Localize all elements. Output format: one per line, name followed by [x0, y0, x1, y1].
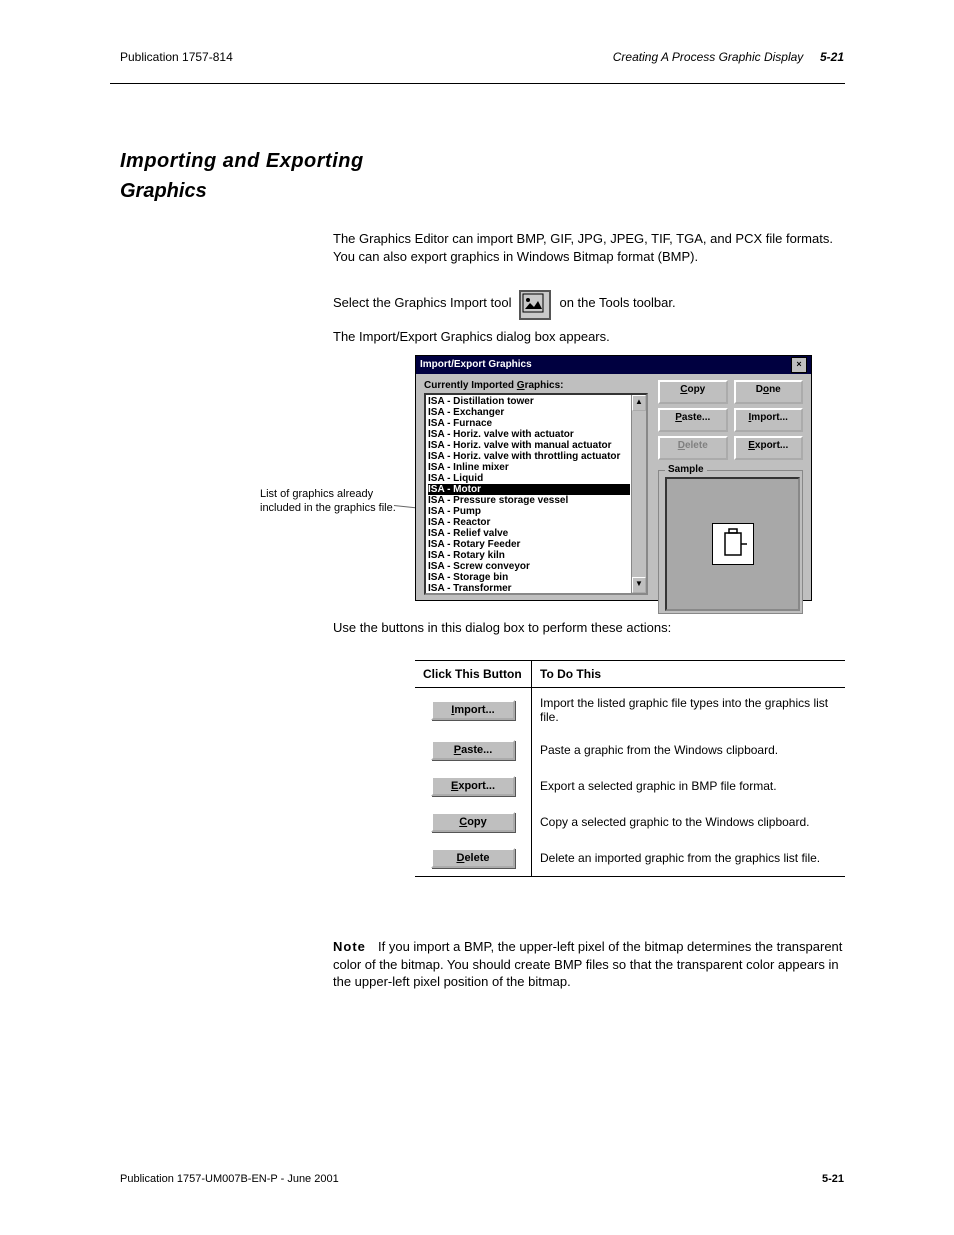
scroll-down-icon[interactable]: ▼: [632, 577, 646, 593]
col-header-button: Click This Button: [415, 661, 532, 688]
list-item[interactable]: ISA - Motor: [428, 484, 630, 495]
scrollbar[interactable]: ▲ ▼: [631, 395, 646, 593]
list-item[interactable]: ISA - Inline mixer: [428, 462, 630, 473]
header-section-number: 5-21: [820, 50, 844, 64]
paste-table-button: Paste...: [431, 740, 515, 760]
paragraph-1: The Graphics Editor can import BMP, GIF,…: [333, 230, 833, 265]
callout-label: List of graphics already included in the…: [260, 488, 410, 516]
action-table: Click This Button To Do This Import... Im…: [415, 660, 845, 877]
header-rule: [110, 83, 845, 84]
note-block: Note If you import a BMP, the upper-left…: [333, 938, 843, 991]
list-item[interactable]: ISA - Storage bin: [428, 572, 630, 583]
action-desc: Copy a selected graphic to the Windows c…: [532, 804, 846, 840]
export-table-button: Export...: [431, 776, 515, 796]
scroll-up-icon[interactable]: ▲: [632, 395, 646, 411]
note-label: Note: [333, 938, 378, 956]
export-button[interactable]: Export...: [734, 436, 804, 460]
header-left: Publication 1757-814: [120, 50, 233, 64]
page: Publication 1757-814 Creating A Process …: [0, 0, 954, 1235]
done-button[interactable]: Done: [734, 380, 804, 404]
section-title: Importing and Exporting: [120, 150, 364, 173]
header-title: Creating A Process Graphic Display: [613, 50, 804, 64]
list-item[interactable]: ISA - Rotary Feeder: [428, 539, 630, 550]
paragraph-2-prefix: Select the Graphics Import tool: [333, 294, 511, 312]
copy-table-button: Copy: [431, 812, 515, 832]
col-header-desc: To Do This: [532, 661, 846, 688]
list-item[interactable]: ISA - Distillation tower: [428, 396, 630, 407]
copy-button[interactable]: Copy: [658, 380, 728, 404]
graphics-import-tool-icon: [519, 290, 551, 320]
list-item[interactable]: ISA - Rotary kiln: [428, 550, 630, 561]
paragraph-3: The Import/Export Graphics dialog box ap…: [333, 328, 833, 346]
list-item[interactable]: ISA - Horiz. valve with actuator: [428, 429, 630, 440]
motor-preview-icon: [712, 523, 754, 565]
sample-groupbox: Sample: [658, 470, 803, 614]
paragraph-2-suffix: on the Tools toolbar.: [559, 294, 675, 312]
delete-button[interactable]: Delete: [658, 436, 728, 460]
footer-left: Publication 1757-UM007B-EN-P - June 2001: [120, 1173, 339, 1185]
paste-button[interactable]: Paste...: [658, 408, 728, 432]
note-text: If you import a BMP, the upper-left pixe…: [333, 938, 843, 991]
list-label: Currently Imported Graphics:: [424, 380, 648, 391]
action-desc: Delete an imported graphic from the grap…: [532, 840, 846, 877]
list-item[interactable]: ISA - Exchanger: [428, 407, 630, 418]
section-subtitle: Graphics: [120, 180, 207, 203]
list-item[interactable]: ISA - Transformer: [428, 583, 630, 593]
list-item[interactable]: ISA - Liquid: [428, 473, 630, 484]
list-item[interactable]: ISA - Pressure storage vessel: [428, 495, 630, 506]
import-table-button: Import...: [431, 700, 515, 720]
delete-table-button: Delete: [431, 848, 515, 868]
footer-right: 5-21: [822, 1173, 844, 1185]
sample-preview: [665, 477, 800, 611]
list-item[interactable]: ISA - Screw conveyor: [428, 561, 630, 572]
list-item[interactable]: ISA - Relief valve: [428, 528, 630, 539]
close-icon[interactable]: ×: [791, 357, 807, 373]
dialog-title: Import/Export Graphics: [420, 356, 532, 374]
paragraph-2: Select the Graphics Import tool on the T…: [333, 294, 833, 324]
graphics-listbox[interactable]: ISA - Distillation towerISA - ExchangerI…: [424, 393, 648, 595]
action-desc: Export a selected graphic in BMP file fo…: [532, 768, 846, 804]
sample-label: Sample: [665, 464, 707, 475]
dialog-titlebar: Import/Export Graphics ×: [416, 356, 811, 374]
import-export-dialog: Import/Export Graphics × Currently Impor…: [415, 355, 812, 601]
action-desc: Import the listed graphic file types int…: [532, 688, 846, 733]
list-item[interactable]: ISA - Furnace: [428, 418, 630, 429]
action-desc: Paste a graphic from the Windows clipboa…: [532, 732, 846, 768]
list-item[interactable]: ISA - Horiz. valve with throttling actua…: [428, 451, 630, 462]
action-heading: Use the buttons in this dialog box to pe…: [333, 620, 843, 635]
import-button[interactable]: Import...: [734, 408, 804, 432]
list-item[interactable]: ISA - Horiz. valve with manual actuator: [428, 440, 630, 451]
list-item[interactable]: ISA - Reactor: [428, 517, 630, 528]
list-item[interactable]: ISA - Pump: [428, 506, 630, 517]
header-right: Creating A Process Graphic Display 5-21: [613, 50, 844, 64]
